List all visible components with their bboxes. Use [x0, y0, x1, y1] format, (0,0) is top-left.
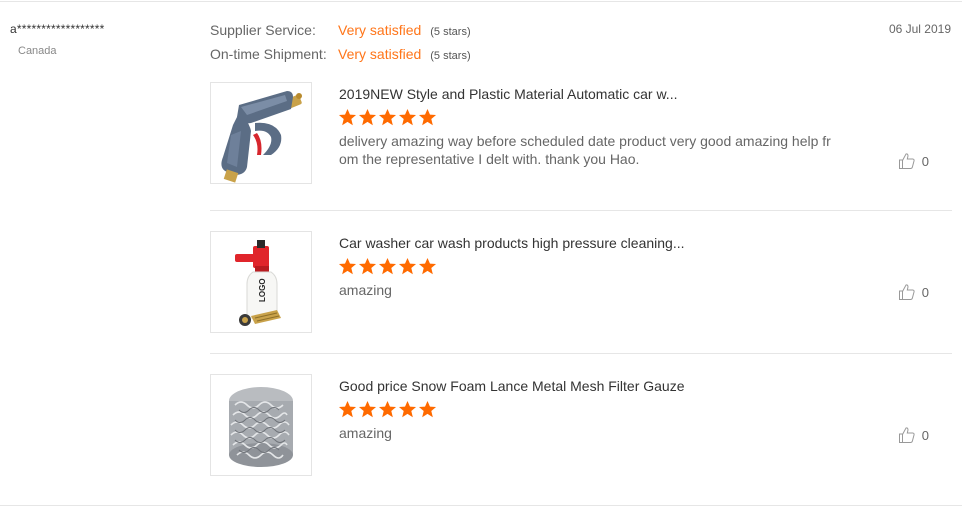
top-divider [0, 1, 962, 2]
review-text: amazing [339, 282, 392, 298]
product-title[interactable]: Good price Snow Foam Lance Metal Mesh Fi… [339, 378, 685, 394]
like-button[interactable]: 0 [898, 426, 929, 444]
star-icon [378, 400, 397, 418]
star-rating [338, 108, 437, 127]
star-icon [358, 400, 377, 418]
supplier-ratings: Supplier Service: Very satisfied (5 star… [210, 22, 471, 70]
rating-row-supplier-service: Supplier Service: Very satisfied (5 star… [210, 22, 471, 46]
foam-lance-bottle-image: LOGO [211, 232, 311, 332]
review-text: delivery amazing way before scheduled da… [339, 133, 831, 167]
like-count: 0 [921, 284, 929, 300]
product-thumbnail[interactable]: LOGO [210, 231, 312, 333]
product-title[interactable]: 2019NEW Style and Plastic Material Autom… [339, 86, 677, 102]
rating-label: On-time Shipment: [210, 46, 327, 62]
rating-row-on-time-shipment: On-time Shipment: Very satisfied (5 star… [210, 46, 471, 70]
star-icon [378, 108, 397, 126]
product-thumbnail[interactable] [210, 82, 312, 184]
bottom-divider [0, 505, 962, 506]
rating-stars-text: (5 stars) [430, 50, 471, 62]
rating-label: Supplier Service: [210, 22, 316, 38]
star-icon [338, 108, 357, 126]
star-icon [418, 257, 437, 275]
star-icon [398, 257, 417, 275]
rating-value: Very satisfied [338, 22, 422, 38]
star-icon [358, 257, 377, 275]
star-icon [418, 400, 437, 418]
buyer-info: a****************** Canada [10, 22, 190, 57]
buyer-country: Canada [18, 45, 57, 57]
like-count: 0 [921, 153, 929, 169]
star-icon [378, 257, 397, 275]
like-button[interactable]: 0 [898, 283, 929, 301]
product-title[interactable]: Car washer car wash products high pressu… [339, 235, 685, 251]
thumbs-up-icon [898, 284, 915, 300]
star-rating [338, 400, 437, 419]
thumbs-up-icon [898, 427, 915, 443]
star-icon [338, 400, 357, 418]
star-icon [398, 108, 417, 126]
star-icon [358, 108, 377, 126]
star-icon [398, 400, 417, 418]
star-rating [338, 257, 437, 276]
product-thumbnail[interactable] [210, 374, 312, 476]
like-button[interactable]: 0 [898, 152, 929, 170]
like-count: 0 [921, 427, 929, 443]
logo-text: LOGO [258, 278, 267, 302]
review-date: 06 Jul 2019 [888, 22, 951, 36]
review-divider [210, 210, 952, 211]
metal-mesh-filter-image [211, 375, 311, 475]
star-icon [418, 108, 437, 126]
thumbs-up-icon [898, 153, 915, 169]
rating-stars-text: (5 stars) [430, 26, 471, 38]
review-text: amazing [339, 425, 392, 441]
star-icon [338, 257, 357, 275]
buyer-name: a****************** [10, 22, 105, 36]
rating-value: Very satisfied [338, 46, 422, 62]
review-divider [210, 353, 952, 354]
spray-gun-image [211, 83, 311, 183]
